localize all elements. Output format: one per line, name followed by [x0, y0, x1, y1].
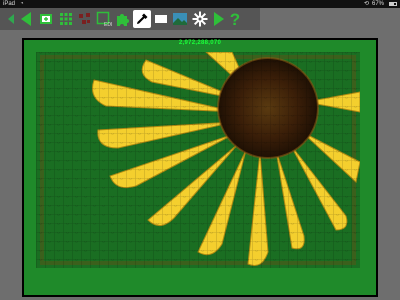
battery-icon	[389, 2, 397, 6]
toolbar: EDL ?	[0, 8, 260, 30]
grid-icon[interactable]	[57, 10, 75, 28]
settings-gear-icon[interactable]	[191, 10, 209, 28]
rotation-lock-icon: ⟲	[364, 1, 370, 7]
help-icon[interactable]: ?	[226, 10, 244, 28]
puzzle-image[interactable]	[36, 52, 360, 268]
wifi-icon: ◔	[20, 1, 24, 7]
edge-pieces-icon[interactable]: EDL	[95, 10, 113, 28]
add-piece-icon[interactable]	[37, 10, 55, 28]
prev-arrow-icon[interactable]	[17, 10, 35, 28]
svg-text:?: ?	[230, 10, 240, 28]
scatter-icon[interactable]	[76, 10, 94, 28]
carrier-label: iPad	[3, 1, 16, 7]
puzzle-piece-icon[interactable]	[114, 10, 132, 28]
battery-percentage: 67%	[372, 1, 385, 7]
eyedropper-icon[interactable]	[133, 10, 151, 28]
status-bar: iPad ◔ ⟲ 67%	[0, 0, 400, 8]
piece-counter: 2,972,288,070	[178, 40, 222, 46]
svg-text:EDL: EDL	[104, 22, 112, 27]
preview-image-icon[interactable]	[171, 10, 189, 28]
background-color-icon[interactable]	[152, 10, 170, 28]
